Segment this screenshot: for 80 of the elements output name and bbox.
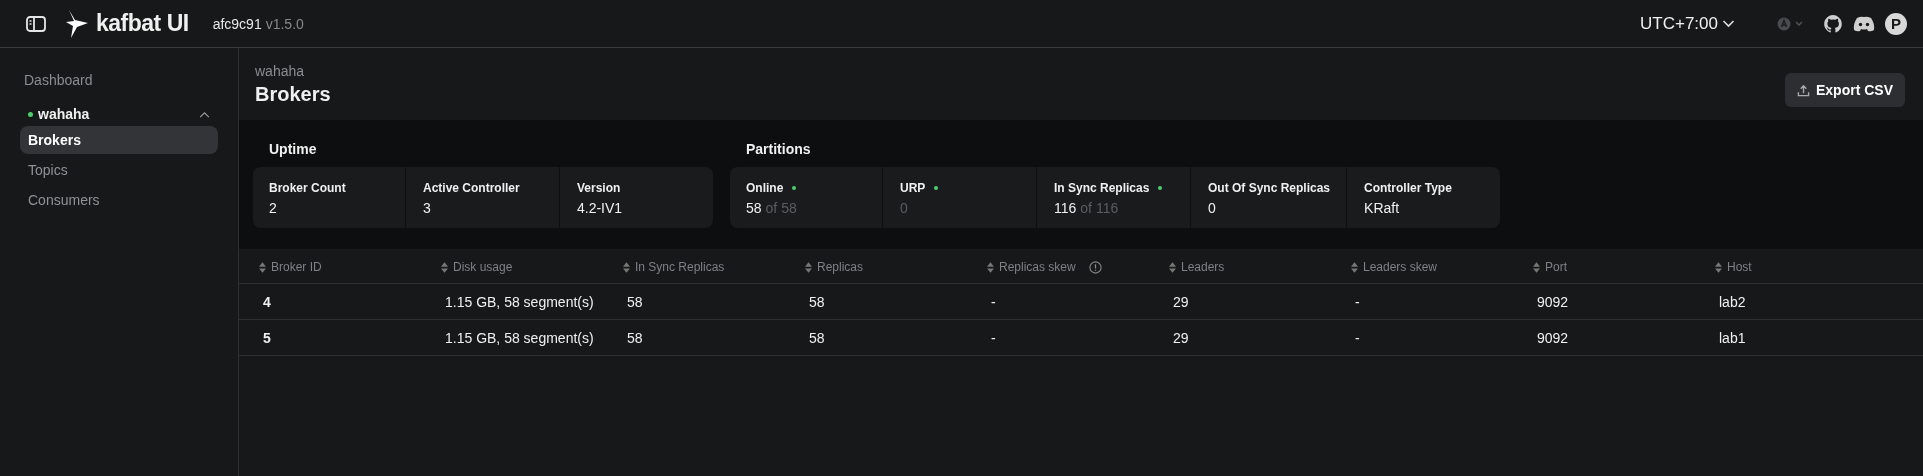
sort-icon[interactable]	[623, 261, 630, 273]
group-title: Uptime	[268, 141, 318, 159]
table-cell: -	[1355, 293, 1360, 310]
stat-total: of 58	[765, 200, 797, 216]
user-avatar[interactable]: P	[1885, 12, 1907, 35]
stat-value: 0	[1208, 200, 1216, 216]
table-cell: lab1	[1719, 329, 1746, 346]
stat-label: URP	[900, 181, 926, 195]
sort-icon[interactable]	[1169, 261, 1176, 273]
commit-hash: afc9c91	[212, 15, 262, 32]
stat-value: KRaft	[1364, 200, 1400, 216]
stat-label: Broker Count	[269, 181, 346, 195]
stat-value: 116	[1054, 200, 1077, 216]
table-cell: -	[991, 293, 996, 310]
brand-name: kafbat UI	[96, 10, 189, 37]
export-csv-button[interactable]: Export CSV	[1785, 73, 1905, 107]
sidebar-item[interactable]: Consumers	[20, 186, 218, 214]
table-cell: 29	[1173, 329, 1189, 346]
column-header[interactable]: Disk usage	[453, 260, 513, 274]
column-header[interactable]: Leaders	[1181, 260, 1225, 274]
stat-label: Active Controller	[423, 181, 520, 195]
column-header[interactable]: Leaders skew	[1363, 260, 1438, 274]
sidebar-item[interactable]: Brokers	[20, 126, 218, 154]
stat-value: 3	[423, 200, 431, 216]
status-dot	[792, 186, 797, 190]
chevron-down-icon[interactable]	[1722, 19, 1735, 28]
table-cell: 58	[809, 293, 825, 310]
info-icon	[1088, 260, 1102, 274]
column-header[interactable]: In Sync Replicas	[635, 260, 725, 274]
sort-icon[interactable]	[1351, 261, 1358, 273]
table-cell: 58	[627, 329, 643, 346]
table-cell: 1.15 GB, 58 segment(s)	[445, 293, 594, 310]
table-cell: 58	[627, 293, 643, 310]
column-header[interactable]: Replicas	[817, 260, 864, 274]
column-header[interactable]: Port	[1545, 260, 1567, 274]
table-cell: 9092	[1537, 293, 1569, 310]
breadcrumb: wahaha	[255, 63, 306, 79]
status-dot	[1158, 186, 1163, 190]
table-cell: lab2	[1719, 293, 1746, 310]
stat-label: Out Of Sync Replicas	[1208, 181, 1331, 195]
stat-value: 0	[900, 200, 908, 216]
stat-total: of 116	[1080, 200, 1119, 216]
table-cell: 5	[263, 329, 271, 346]
stat-label: In Sync Replicas	[1054, 181, 1150, 195]
group-title: Partitions	[745, 141, 812, 159]
table-cell: 58	[809, 329, 825, 346]
table-cell: 4	[263, 293, 271, 310]
sort-icon[interactable]	[1715, 261, 1722, 273]
stat-label: Controller Type	[1364, 181, 1452, 195]
stat-value: 4.2-IV1	[577, 200, 623, 216]
table-cell: -	[1355, 329, 1360, 346]
stat-value: 58	[746, 200, 762, 216]
caret-icon[interactable]	[199, 110, 210, 118]
sort-icon[interactable]	[441, 261, 448, 273]
cluster-name: wahaha	[38, 106, 91, 122]
upload-icon	[1797, 83, 1810, 97]
stat-label: Online	[746, 181, 784, 195]
column-header[interactable]: Host	[1727, 260, 1752, 274]
page-title: Brokers	[255, 83, 331, 106]
cluster-item[interactable]: wahaha	[20, 102, 218, 126]
sort-icon[interactable]	[259, 261, 266, 273]
dashboard-link[interactable]: Dashboard	[20, 68, 218, 92]
sort-icon[interactable]	[987, 261, 994, 273]
app-version: v1.5.0	[265, 15, 304, 32]
timezone-selector[interactable]: UTC+7:00	[1640, 13, 1735, 34]
table-cell: -	[991, 329, 996, 346]
stat-label: Version	[577, 181, 621, 195]
stat-value: 2	[269, 200, 277, 216]
table-cell: 1.15 GB, 58 segment(s)	[445, 329, 594, 346]
table-cell: 9092	[1537, 329, 1569, 346]
sort-icon[interactable]	[805, 261, 812, 273]
status-dot	[934, 186, 939, 190]
table-cell: 29	[1173, 293, 1189, 310]
sort-icon[interactable]	[1533, 261, 1540, 273]
column-header[interactable]: Broker ID	[271, 260, 322, 274]
github-icon[interactable]	[1823, 13, 1843, 34]
column-header[interactable]: Replicas skew	[999, 260, 1076, 274]
sidebar-item[interactable]: Topics	[20, 156, 218, 184]
chat-bubble-icon[interactable]	[1853, 15, 1875, 32]
sidebar-toggle-icon[interactable]	[26, 15, 46, 32]
